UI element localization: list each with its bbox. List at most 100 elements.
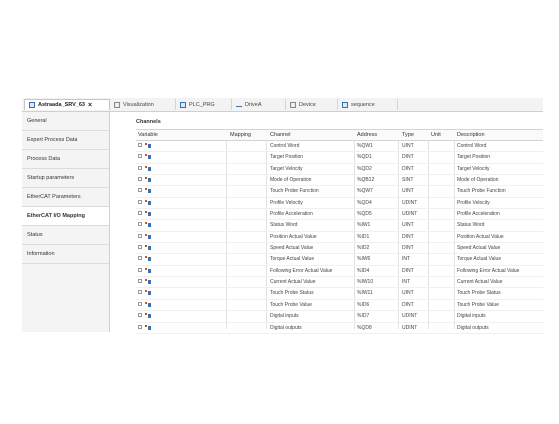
cell-channel: Status Word [270,222,298,229]
expand-icon[interactable] [138,279,142,284]
table-row[interactable]: Control Word %QW1 UINT Control Word [136,141,543,153]
table-row[interactable]: Position Actual Value %ID1 DINT Position Ac… [136,232,543,244]
cell-type: DINT [402,301,414,308]
column-header-mapping[interactable]: Mapping [230,132,251,138]
tab-sequence[interactable]: sequence [338,99,398,110]
device-icon [290,101,296,108]
tab-visualization[interactable]: Visualization [110,99,176,110]
expand-icon[interactable] [138,267,142,272]
table-row[interactable]: Touch Probe Value %ID6 DINT Touch Probe Val… [136,300,543,312]
sidebar-item-label: Startup parameters [27,175,75,181]
io-mapping-panel: Channels Variable Mapping Channel Addres… [110,112,543,334]
table-row[interactable]: Mode of Operation %QB12 SINT Mode of Operat… [136,175,543,187]
sidebar-item-information[interactable]: Information [22,245,109,264]
expand-icon[interactable] [138,233,142,238]
cell-type: INT [402,279,411,286]
sidebar-item-ethercat-parameters[interactable]: EtherCAT Parameters [22,188,109,207]
column-header-variable[interactable]: Variable [138,132,158,138]
sidebar-item-expert-process-data[interactable]: Expert Process Data [22,131,109,150]
table-row[interactable]: Status Word %IW1 UINT Status Word [136,220,543,232]
table-row[interactable]: Digital inputs %ID7 UDINT Digital inputs [136,311,543,323]
cell-type: UINT [402,222,414,229]
table-row[interactable]: Speed Actual Value %ID2 DINT Speed Actual V… [136,243,543,255]
cell-channel: Control Word [270,143,300,149]
table-row[interactable]: Profile Velocity %QD4 UDINT Profile Velocit… [136,198,543,210]
cell-channel: Following Error Actual Value [270,267,333,274]
cell-type: UDINT [402,324,418,331]
cell-address: %QD2 [357,165,372,172]
settings-sidebar: General Expert Process Data Process Data… [22,112,110,332]
column-header-type[interactable]: Type [402,132,414,138]
cell-address: %QD4 [357,199,372,206]
table-row[interactable]: Target Velocity %QD2 DINT Target Velocity [136,164,543,176]
expand-icon[interactable] [138,211,142,216]
sidebar-item-status[interactable]: Status [22,226,109,245]
cell-description: Control Word [457,143,487,149]
column-header-description[interactable]: Description [457,132,485,138]
visualization-icon [114,101,120,108]
io-variable-icon [145,279,151,285]
cell-description: Profile Velocity [457,199,490,206]
column-header-address[interactable]: Address [357,132,377,138]
sidebar-item-general[interactable]: General [22,112,109,131]
column-header-channel[interactable]: Channel [270,132,291,138]
expand-icon[interactable] [138,165,142,170]
cell-type: UINT [402,188,414,195]
expand-icon[interactable] [138,154,142,159]
cell-channel: Profile Velocity [270,199,303,206]
io-variable-icon [145,324,151,330]
cell-address: %IW10 [357,279,374,286]
cell-description: Torque Actual Value [457,256,502,263]
expand-icon[interactable] [138,256,142,261]
sidebar-item-ethercat-io-mapping[interactable]: EtherCAT I/O Mapping [22,207,109,226]
io-variable-icon [145,211,151,217]
cell-channel: Profile Acceleration [270,211,313,218]
cell-description: Target Velocity [457,165,490,172]
cell-channel: Digital outputs [270,324,302,331]
cell-address: %QD5 [357,211,372,218]
tab-label: Visualization [123,101,154,108]
table-row[interactable]: Touch Probe Status %IW11 UINT Touch Probe S… [136,288,543,300]
expand-icon[interactable] [138,324,142,329]
expand-icon[interactable] [138,177,142,182]
expand-icon[interactable] [138,245,142,250]
cell-type: DINT [402,233,414,240]
expand-icon[interactable] [138,290,142,295]
table-row[interactable]: Profile Acceleration %QD5 UDINT Profile Acc… [136,209,543,221]
table-row[interactable]: Touch Probe Function %QW7 UINT Touch Probe … [136,186,543,198]
cell-description: Touch Probe Value [457,301,499,308]
table-row[interactable]: Current Actual Value %IW10 INT Current Actu… [136,277,543,289]
expand-icon[interactable] [138,199,142,204]
table-row[interactable]: Target Position %QD1 DINT Target Position [136,152,543,164]
cell-address: %ID4 [357,267,370,274]
expand-icon[interactable] [138,301,142,306]
close-icon[interactable]: × [88,102,92,109]
tab-plc-prg[interactable]: PLC_PRG [176,99,232,110]
tab-astraada-srv-63[interactable]: Astraada_SRV_63 × [24,99,110,110]
cell-address: %ID1 [357,233,370,240]
sidebar-item-label: General [27,118,47,124]
sidebar-item-label: Process Data [27,156,61,162]
column-header-unit[interactable]: Unit [431,132,441,138]
io-variable-icon [145,245,151,251]
cell-address: %ID7 [357,313,370,320]
sidebar-item-process-data[interactable]: Process Data [22,150,109,169]
cell-description: Position Actual Value [457,233,504,240]
expand-icon[interactable] [138,313,142,318]
cell-channel: Touch Probe Status [270,290,314,297]
io-variable-icon [145,199,151,205]
cell-channel: Mode of Operation [270,177,312,184]
expand-icon[interactable] [138,222,142,227]
expand-icon[interactable] [138,143,142,147]
io-variable-icon [145,233,151,239]
cell-address: %QW1 [357,143,373,149]
cell-type: DINT [402,245,414,252]
table-row[interactable]: Torque Actual Value %IW6 INT Torque Actual … [136,254,543,266]
table-row[interactable]: Following Error Actual Value %ID4 DINT Foll… [136,266,543,278]
tab-drivea[interactable]: DriveA [232,99,286,110]
tab-device[interactable]: Device [286,99,338,110]
expand-icon[interactable] [138,188,142,193]
sidebar-item-startup-parameters[interactable]: Startup parameters [22,169,109,188]
cell-description: Status Word [457,222,485,229]
table-row[interactable]: Digital outputs %QD8 UDINT Digital outputs [136,323,543,334]
